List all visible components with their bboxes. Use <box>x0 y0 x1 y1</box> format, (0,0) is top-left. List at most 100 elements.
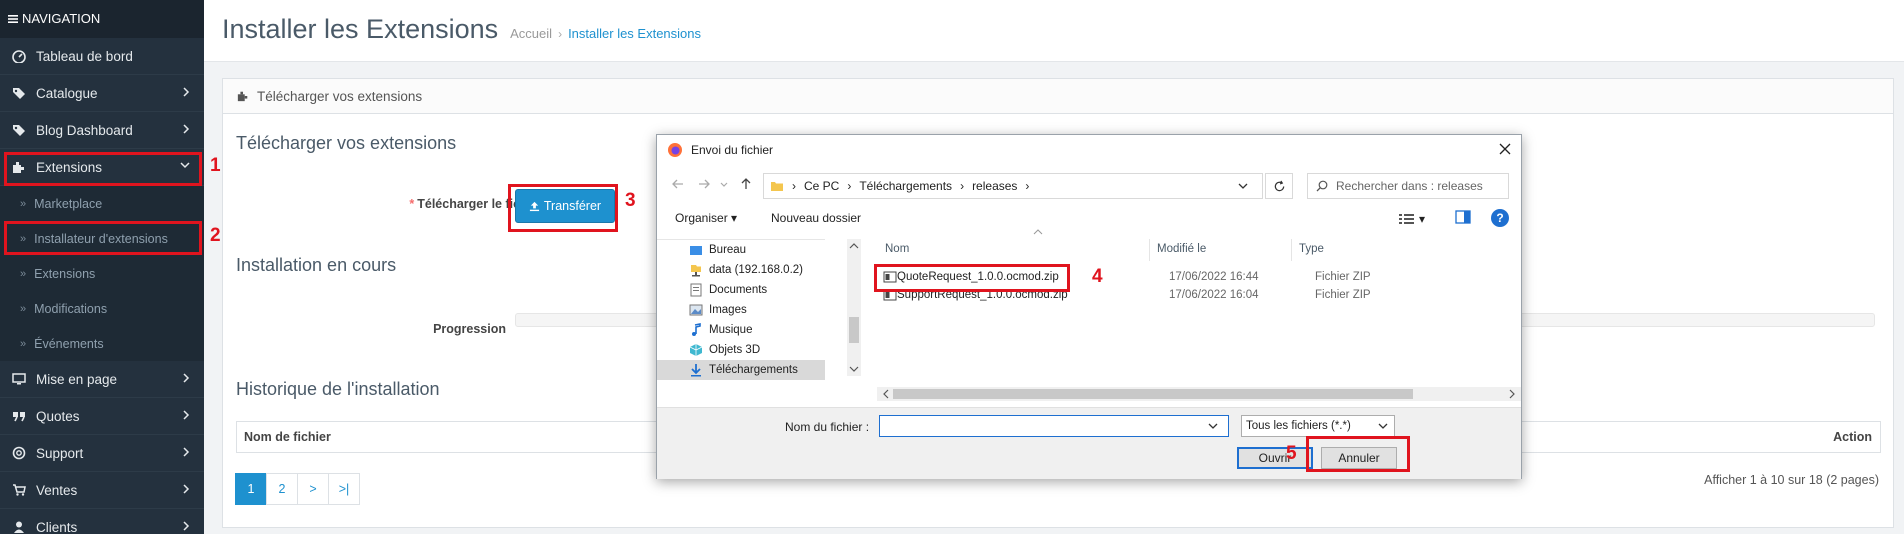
open-button[interactable]: Ouvrir <box>1237 447 1313 469</box>
dialog-toolbar: Organiser ▾ Nouveau dossier ▾ ? <box>657 205 1521 231</box>
highlight-box-open <box>1306 436 1410 472</box>
highlight-box-extensions <box>4 152 202 186</box>
up-arrow-icon[interactable] <box>739 177 753 191</box>
submenu-item-extensions[interactable]: » Extensions <box>0 256 204 291</box>
back-arrow-icon[interactable] <box>671 177 685 191</box>
view-options-button[interactable]: ▾ <box>1399 211 1439 227</box>
submenu-item-marketplace[interactable]: » Marketplace <box>0 186 204 221</box>
filetype-value: Tous les fichiers (*.*) <box>1246 420 1351 432</box>
page-1-button[interactable]: 1 <box>235 473 267 505</box>
scrollbar-thumb[interactable] <box>893 389 1413 399</box>
dashboard-icon <box>10 47 28 65</box>
organize-label: Organiser <box>675 211 728 225</box>
dialog-search-input[interactable]: Rechercher dans : releases <box>1307 173 1509 199</box>
next-page-button[interactable]: > <box>297 473 329 505</box>
nav-item-downloads[interactable]: Téléchargements <box>657 360 825 380</box>
last-page-button[interactable]: >| <box>328 473 360 505</box>
nav-header-label: NAVIGATION <box>22 11 101 26</box>
organize-button[interactable]: Organiser ▾ <box>675 211 737 225</box>
sidebar-item-clients[interactable]: Clients <box>0 509 204 534</box>
nav-item-documents[interactable]: Documents <box>657 280 825 300</box>
column-separator <box>1291 239 1292 261</box>
dialog-titlebar: Envoi du fichier <box>657 135 1521 165</box>
nav-item-label: Musique <box>709 324 753 336</box>
quote-icon <box>10 407 28 425</box>
help-icon[interactable]: ? <box>1491 209 1509 227</box>
caret-down-icon: ▾ <box>731 211 738 225</box>
sidebar-item-label: Quotes <box>36 408 80 424</box>
sidebar-item-label: Ventes <box>36 482 78 498</box>
filetype-select[interactable]: Tous les fichiers (*.*) <box>1241 415 1395 437</box>
nav-header[interactable]: NAVIGATION <box>0 0 204 38</box>
sidebar-item-catalogue[interactable]: Catalogue <box>0 75 204 112</box>
panel-heading-label: Télécharger vos extensions <box>257 88 423 104</box>
close-icon[interactable] <box>1497 141 1513 157</box>
path-segment-downloads[interactable]: Téléchargements <box>859 179 952 193</box>
cart-icon <box>10 481 28 499</box>
address-bar[interactable]: › Ce PC › Téléchargements › releases › <box>763 173 1263 199</box>
sidebar-item-support[interactable]: Support <box>0 435 204 472</box>
page-2-button[interactable]: 2 <box>266 473 298 505</box>
nav-item-network-drive[interactable]: data (192.168.0.2) <box>657 260 825 280</box>
tag-icon <box>10 84 28 102</box>
path-separator: › <box>960 179 965 193</box>
nav-pane-scrollbar[interactable] <box>847 239 861 376</box>
sidebar-item-layout[interactable]: Mise en page <box>0 361 204 398</box>
nav-item-label: Images <box>709 304 747 316</box>
preview-pane-icon[interactable] <box>1455 210 1471 226</box>
sidebar-item-sales[interactable]: Ventes <box>0 472 204 509</box>
required-marker: * <box>409 197 415 211</box>
upload-section-title: Télécharger vos extensions <box>236 133 457 153</box>
sidebar-item-label: Support <box>36 445 84 461</box>
nav-item-label: Bureau <box>709 244 747 256</box>
path-segment-releases[interactable]: releases <box>972 179 1017 193</box>
nav-item-images[interactable]: Images <box>657 300 825 320</box>
new-folder-button[interactable]: Nouveau dossier <box>771 211 861 225</box>
forward-arrow-icon[interactable] <box>697 177 711 191</box>
refresh-icon <box>1273 180 1286 193</box>
sidebar-item-dashboard[interactable]: Tableau de bord <box>0 38 204 75</box>
chevron-right-icon <box>182 124 190 134</box>
filename-dropdown-icon[interactable] <box>1199 416 1227 436</box>
chevron-right-icon <box>182 373 190 383</box>
path-segment-this-pc[interactable]: Ce PC <box>804 179 839 193</box>
file-list-scrollbar[interactable] <box>877 387 1521 401</box>
desktop-folder-icon <box>689 243 703 257</box>
sidebar-item-label: Clients <box>36 519 78 534</box>
column-header-type[interactable]: Type <box>1299 243 1324 255</box>
chevron-right-icon <box>182 410 190 420</box>
refresh-button[interactable] <box>1265 173 1293 199</box>
nav-item-3d-objects[interactable]: Objets 3D <box>657 340 825 360</box>
sidebar-item-blog-dashboard[interactable]: Blog Dashboard <box>0 112 204 149</box>
column-header-modified[interactable]: Modifié le <box>1157 243 1206 255</box>
puzzle-icon <box>237 90 249 102</box>
recent-dropdown-icon[interactable] <box>719 177 729 191</box>
breadcrumb-current[interactable]: Installer les Extensions <box>568 26 701 41</box>
downloads-folder-icon <box>689 363 703 377</box>
address-dropdown-icon[interactable] <box>1231 173 1255 199</box>
hamburger-icon <box>8 14 18 24</box>
breadcrumb-home[interactable]: Accueil <box>510 26 552 41</box>
submenu-label: Extensions <box>34 266 96 281</box>
firefox-icon <box>667 142 683 158</box>
submenu-item-events[interactable]: » Événements <box>0 326 204 361</box>
sidebar-item-label: Blog Dashboard <box>36 122 133 138</box>
column-header-name[interactable]: Nom <box>885 243 909 255</box>
sidebar: NAVIGATION Tableau de bord Catalogue Blo… <box>0 0 204 534</box>
monitor-icon <box>10 370 28 388</box>
column-header-filename: Nom de fichier <box>244 430 331 444</box>
annotation-number-2: 2 <box>210 225 221 246</box>
filename-label: Nom du fichier : <box>785 420 870 434</box>
file-type: Fichier ZIP <box>1315 289 1371 301</box>
filename-input[interactable] <box>879 415 1229 437</box>
objects-3d-icon <box>689 343 703 357</box>
pagination-info: Afficher 1 à 10 sur 18 (2 pages) <box>1704 473 1879 487</box>
nav-item-music[interactable]: Musique <box>657 320 825 340</box>
submenu-item-modifications[interactable]: » Modifications <box>0 291 204 326</box>
sidebar-item-quotes[interactable]: Quotes <box>0 398 204 435</box>
nav-item-desktop[interactable]: Bureau <box>657 240 825 260</box>
dialog-title: Envoi du fichier <box>691 143 774 157</box>
annotation-number-4: 4 <box>1092 266 1103 287</box>
install-section-title: Installation en cours <box>236 255 397 275</box>
column-separator <box>1149 239 1150 261</box>
